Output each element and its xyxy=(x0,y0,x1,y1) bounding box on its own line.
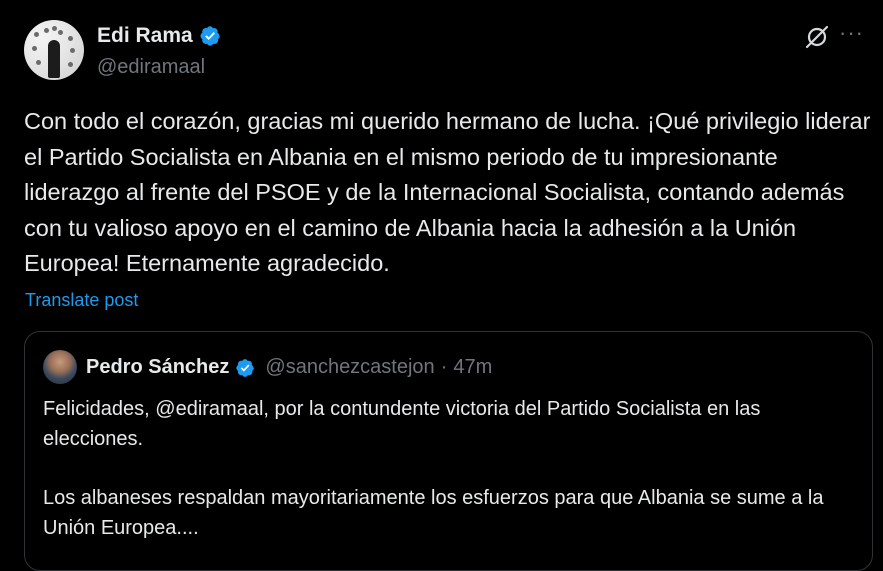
quoted-author-name[interactable]: Pedro Sánchez xyxy=(86,356,229,379)
quoted-post-text-paragraph: Los albaneses respaldan mayoritariamente… xyxy=(43,487,824,539)
author-name-row[interactable]: Edi Rama xyxy=(97,24,221,48)
verified-badge-icon xyxy=(200,26,220,46)
author-name[interactable]: Edi Rama xyxy=(97,24,193,48)
author-handle[interactable]: @ediramaal xyxy=(97,56,205,79)
more-options-icon[interactable]: ··· xyxy=(839,20,864,46)
grok-icon[interactable] xyxy=(804,24,830,50)
verified-badge-icon xyxy=(236,358,255,377)
post-text: Con todo el corazón, gracias mi querido … xyxy=(24,108,871,276)
translate-post-link[interactable]: Translate post xyxy=(25,290,138,311)
separator-dot: · xyxy=(440,356,448,378)
author-avatar[interactable] xyxy=(24,20,84,80)
quoted-post-header: Pedro Sánchez @sanchezcastejon · 47m xyxy=(86,356,492,379)
post-header: Edi Rama @ediramaal ··· xyxy=(24,20,864,84)
quoted-post-time[interactable]: 47m xyxy=(453,356,492,379)
quoted-post[interactable]: Pedro Sánchez @sanchezcastejon · 47m Fel… xyxy=(24,331,873,571)
quoted-author-avatar[interactable] xyxy=(43,350,77,384)
quoted-post-text-paragraph: Felicidades, @ediramaal, por la contunde… xyxy=(43,398,761,450)
quoted-author-handle[interactable]: @sanchezcastejon xyxy=(265,356,434,379)
